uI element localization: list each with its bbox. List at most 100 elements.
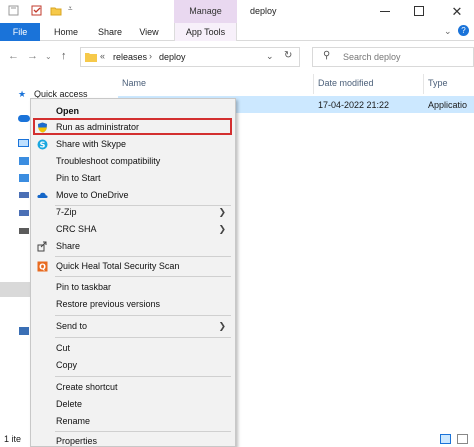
recent-locations-chevron-icon[interactable]: ⌄ — [45, 52, 52, 61]
save-icon[interactable] — [8, 5, 19, 16]
menu-item-share-with-skype[interactable]: S Share with Skype — [31, 136, 235, 153]
column-divider[interactable] — [423, 74, 424, 94]
breadcrumb-overflow[interactable]: « — [100, 51, 105, 61]
nav-selected-item[interactable] — [0, 282, 30, 297]
search-box[interactable]: ⚲ Search deploy — [312, 47, 474, 67]
nav-folder-icon[interactable] — [19, 174, 29, 182]
breadcrumb-separator-icon[interactable]: › — [149, 51, 152, 61]
menu-item-create-shortcut[interactable]: Create shortcut — [31, 379, 235, 396]
ribbon-expand-icon[interactable]: ⌄ — [444, 26, 452, 37]
tab-share[interactable]: Share — [92, 23, 128, 41]
file-type: Applicatio — [428, 100, 468, 110]
column-divider[interactable] — [313, 74, 314, 94]
menu-item-delete[interactable]: Delete — [31, 396, 235, 413]
minimize-button[interactable] — [370, 0, 400, 23]
menu-item-label: Cut — [56, 343, 71, 353]
new-folder-icon[interactable] — [50, 5, 62, 16]
status-bar: 1 ite — [0, 432, 474, 447]
menu-item-label: Pin to Start — [56, 173, 101, 183]
nav-drive-icon[interactable] — [19, 192, 29, 198]
up-arrow-icon[interactable]: ↑ — [61, 50, 67, 62]
folder-icon — [85, 53, 97, 62]
menu-item-label: Rename — [56, 416, 91, 426]
tab-app-tools[interactable]: App Tools — [174, 23, 237, 41]
menu-item-label: Delete — [56, 399, 83, 409]
menu-item-label: Move to OneDrive — [56, 190, 129, 200]
menu-item-cut[interactable]: Cut — [31, 340, 235, 357]
menu-item-rename[interactable]: Rename — [31, 413, 235, 430]
menu-separator — [55, 276, 231, 277]
menu-item-label: Pin to taskbar — [56, 282, 112, 292]
menu-separator — [55, 337, 231, 338]
file-date-modified: 17-04-2022 21:22 — [318, 100, 390, 110]
ribbon-tabs: File Home Share View App Tools ⌄ ? — [0, 23, 474, 41]
quick-heal-icon: Q — [37, 261, 48, 272]
share-icon — [37, 241, 47, 252]
menu-item-label: Send to — [56, 321, 88, 331]
menu-separator — [55, 315, 231, 316]
context-menu: Open Run as administrator S Share with S… — [30, 98, 236, 447]
skype-icon: S — [37, 139, 48, 150]
menu-item-7zip[interactable]: 7-Zip ❯ — [31, 204, 235, 221]
search-icon: ⚲ — [323, 50, 331, 61]
menu-item-quick-heal-scan[interactable]: Q Quick Heal Total Security Scan — [31, 258, 235, 275]
submenu-arrow-icon: ❯ — [218, 207, 226, 217]
menu-item-label: Restore previous versions — [56, 299, 161, 309]
svg-text:S: S — [40, 140, 46, 149]
menu-item-share[interactable]: Share — [31, 238, 235, 255]
menu-item-label: Share — [56, 241, 81, 251]
nav-folder-icon[interactable] — [19, 157, 29, 165]
manage-contextual-tab-header: Manage — [174, 0, 237, 23]
menu-item-pin-to-start[interactable]: Pin to Start — [31, 170, 235, 187]
maximize-button[interactable] — [404, 0, 434, 23]
menu-item-pin-to-taskbar[interactable]: Pin to taskbar — [31, 279, 235, 296]
search-placeholder: Search deploy — [343, 52, 401, 62]
menu-item-label: Troubleshoot compatibility — [56, 156, 161, 166]
submenu-arrow-icon: ❯ — [218, 224, 226, 234]
tab-view[interactable]: View — [134, 23, 164, 41]
address-bar[interactable]: « releases › deploy ⌄ ↻ — [80, 47, 300, 67]
help-icon[interactable]: ? — [458, 25, 469, 36]
menu-item-label: Share with Skype — [56, 139, 127, 149]
menu-item-crc-sha[interactable]: CRC SHA ❯ — [31, 221, 235, 238]
menu-item-troubleshoot-compatibility[interactable]: Troubleshoot compatibility — [31, 153, 235, 170]
menu-item-label: Create shortcut — [56, 382, 118, 392]
back-arrow-icon[interactable]: ← — [8, 50, 19, 62]
large-icons-view-icon[interactable] — [457, 434, 468, 444]
submenu-arrow-icon: ❯ — [218, 321, 226, 331]
onedrive-nav-icon[interactable] — [18, 115, 30, 122]
menu-item-label: 7-Zip — [56, 207, 77, 217]
close-button[interactable]: ✕ — [440, 0, 474, 23]
item-count: 1 ite — [4, 434, 22, 444]
details-view-icon[interactable] — [440, 434, 451, 444]
column-header-date-modified[interactable]: Date modified — [318, 78, 374, 88]
menu-item-send-to[interactable]: Send to ❯ — [31, 318, 235, 335]
refresh-icon[interactable]: ↻ — [284, 50, 292, 61]
run-as-administrator-highlight — [33, 118, 232, 135]
menu-item-label: Quick Heal Total Security Scan — [56, 261, 180, 271]
column-header-name[interactable]: Name — [122, 78, 146, 88]
tab-home[interactable]: Home — [48, 23, 84, 41]
tab-file[interactable]: File — [0, 23, 40, 41]
menu-separator — [55, 376, 231, 377]
forward-arrow-icon[interactable]: → — [27, 50, 38, 62]
nav-drive-icon[interactable] — [19, 228, 29, 234]
breadcrumb-releases[interactable]: releases — [113, 52, 147, 62]
onedrive-cloud-icon — [37, 192, 48, 198]
column-header-type[interactable]: Type — [428, 78, 448, 88]
properties-check-icon[interactable] — [31, 5, 42, 16]
this-pc-nav-icon[interactable] — [18, 139, 29, 147]
menu-item-move-to-onedrive[interactable]: Move to OneDrive — [31, 187, 235, 204]
address-dropdown-icon[interactable]: ⌄ — [266, 51, 274, 62]
nav-drive-icon[interactable] — [19, 210, 29, 216]
svg-text:Q: Q — [39, 263, 46, 272]
menu-item-restore-previous-versions[interactable]: Restore previous versions — [31, 296, 235, 313]
network-nav-icon[interactable] — [19, 327, 29, 335]
breadcrumb-deploy[interactable]: deploy — [159, 52, 186, 62]
customize-quick-access-icon[interactable]: ⩡ — [68, 4, 73, 14]
menu-separator — [55, 256, 231, 257]
menu-item-label: CRC SHA — [56, 224, 97, 234]
menu-item-copy[interactable]: Copy — [31, 357, 235, 374]
menu-item-label: Copy — [56, 360, 78, 370]
title-bar: ⩡ Manage deploy ✕ — [0, 0, 474, 23]
